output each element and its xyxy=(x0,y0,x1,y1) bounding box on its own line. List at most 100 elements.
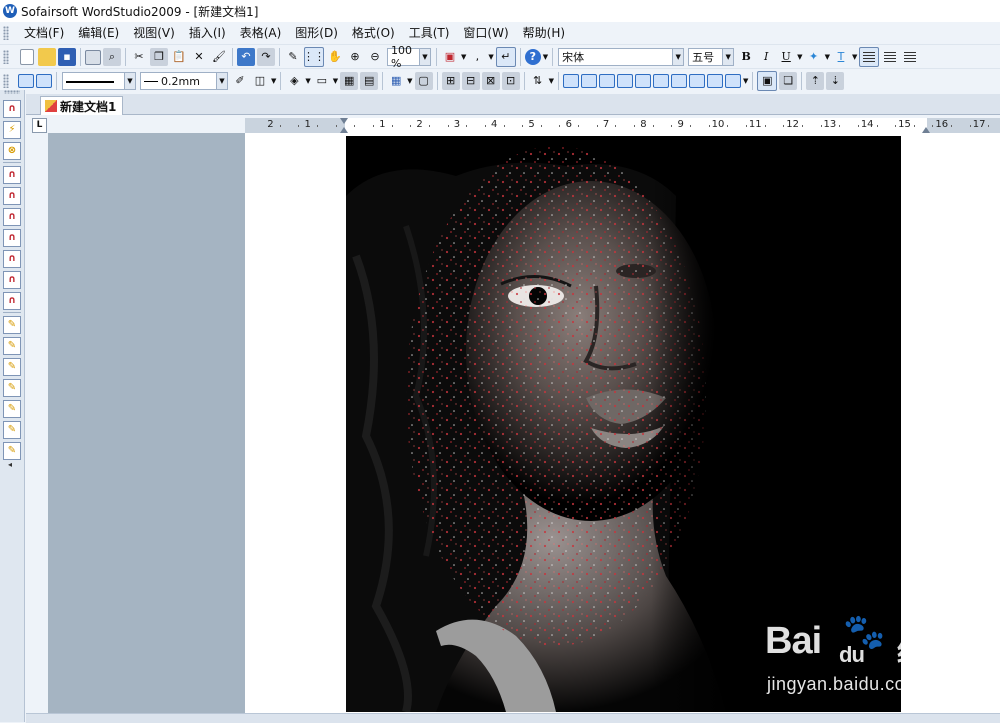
chevron-down-icon[interactable]: ▼ xyxy=(825,53,830,61)
pencil-4-icon[interactable]: ✎ xyxy=(3,379,21,397)
frame-icon[interactable]: ▭ xyxy=(313,72,331,90)
chevron-down-icon[interactable]: ▼ xyxy=(407,77,412,85)
shape-9-icon[interactable] xyxy=(706,74,723,88)
insert-picture-icon[interactable]: ▣ xyxy=(757,71,778,91)
magnet-right-icon[interactable]: ∩ xyxy=(3,187,21,205)
line-width-combo[interactable]: 0.2mm ▼ xyxy=(140,72,228,90)
draw-icon[interactable]: ✎ xyxy=(284,48,302,66)
zoom-in-icon[interactable]: ⊕ xyxy=(346,48,364,66)
menubar-grip-icon[interactable] xyxy=(3,26,9,40)
align-right-icon[interactable] xyxy=(901,48,920,66)
cut-icon[interactable]: ✂ xyxy=(130,48,148,66)
pen-color-icon[interactable]: ✐ xyxy=(231,72,249,90)
menu-tools[interactable]: 工具(T) xyxy=(402,23,457,43)
shape-10-icon[interactable] xyxy=(724,74,741,88)
redo-icon[interactable]: ↷ xyxy=(257,48,275,66)
shape-7-icon[interactable] xyxy=(670,74,687,88)
link-icon[interactable]: ⊗ xyxy=(3,142,21,160)
bring-front-icon[interactable]: ⇡ xyxy=(806,72,825,90)
delete-icon[interactable]: ✕ xyxy=(190,48,208,66)
edit-box-alt-icon[interactable] xyxy=(36,74,52,88)
chevron-down-icon[interactable]: ▼ xyxy=(743,77,748,85)
shape-2-icon[interactable] xyxy=(580,74,597,88)
print-icon[interactable] xyxy=(85,49,101,65)
chevron-down-icon[interactable]: ▼ xyxy=(124,73,135,89)
magnet-middle-icon[interactable]: ∩ xyxy=(3,271,21,289)
toolbar-grip-icon[interactable] xyxy=(3,74,9,88)
lightning-icon[interactable]: ⚡ xyxy=(3,121,21,139)
pencil-1-icon[interactable]: ✎ xyxy=(3,316,21,334)
line-style-combo[interactable]: ▼ xyxy=(62,72,136,90)
edit-box-icon[interactable] xyxy=(18,74,34,88)
chevron-down-icon[interactable]: ▼ xyxy=(722,49,734,65)
chevron-down-icon[interactable]: ▼ xyxy=(216,73,227,89)
toolbar-grip-icon[interactable] xyxy=(3,50,9,64)
font-family-combo[interactable]: 宋体 ▼ xyxy=(558,48,685,66)
open-folder-icon[interactable] xyxy=(38,48,56,66)
split-cells-icon[interactable]: ⊡ xyxy=(501,72,520,90)
pencil-7-icon[interactable]: ✎ xyxy=(3,442,21,460)
magnet-top-icon[interactable]: ∩ xyxy=(3,208,21,226)
portrait-image[interactable]: Bai 🐾 du 经验 jingyan.baidu.com xyxy=(346,136,901,712)
chevron-down-icon[interactable]: ▼ xyxy=(797,53,802,61)
left-toolbar-grip-icon[interactable] xyxy=(4,90,20,94)
chevron-down-icon[interactable]: ▼ xyxy=(271,77,276,85)
pencil-3-icon[interactable]: ✎ xyxy=(3,358,21,376)
menu-document[interactable]: 文档(F) xyxy=(17,23,71,43)
magnet-center-icon[interactable]: ∩ xyxy=(3,250,21,268)
font-color-icon[interactable]: T xyxy=(832,48,850,66)
pencil-5-icon[interactable]: ✎ xyxy=(3,400,21,418)
align-center-icon[interactable] xyxy=(881,48,900,66)
menu-help[interactable]: 帮助(H) xyxy=(516,23,572,43)
chevron-down-icon[interactable]: ▼ xyxy=(852,53,857,61)
menu-graphics[interactable]: 图形(D) xyxy=(288,23,345,43)
copy-icon[interactable]: ❐ xyxy=(150,48,168,66)
help-icon[interactable]: ? xyxy=(524,49,541,65)
horizontal-ruler[interactable]: 2 1 1 2 3 4 5 6 7 8 9 10 11 12 13 14 15 16 17 xyxy=(245,118,1000,134)
chevron-down-icon[interactable]: ▼ xyxy=(461,53,466,61)
menu-view[interactable]: 视图(V) xyxy=(126,23,182,43)
shape-1-icon[interactable] xyxy=(562,74,579,88)
menu-edit[interactable]: 编辑(E) xyxy=(71,23,126,43)
pencil-6-icon[interactable]: ✎ xyxy=(3,421,21,439)
fill-color-icon[interactable]: ◈ xyxy=(285,72,303,90)
chevron-down-icon[interactable]: ▼ xyxy=(672,49,684,65)
insert-table-icon[interactable]: ▦ xyxy=(387,72,405,90)
shape-8-icon[interactable] xyxy=(688,74,705,88)
underline-button[interactable]: U xyxy=(777,48,795,66)
insert-row-icon[interactable]: ⊞ xyxy=(441,72,460,90)
table-props-icon[interactable]: ▢ xyxy=(414,72,433,90)
pencil-2-icon[interactable]: ✎ xyxy=(3,337,21,355)
first-line-indent-marker[interactable] xyxy=(340,118,348,124)
fill-pattern-icon[interactable]: ◫ xyxy=(251,72,269,90)
print-preview-icon[interactable]: ⌕ xyxy=(103,48,121,66)
align-left-icon[interactable] xyxy=(859,47,880,67)
insert-object-icon[interactable]: ▣ xyxy=(441,48,459,66)
magnet-grid-icon[interactable]: ∩ xyxy=(3,292,21,310)
paragraph-mark-icon[interactable]: ↵ xyxy=(495,47,516,67)
paste-icon[interactable]: 📋 xyxy=(170,48,188,66)
shape-4-icon[interactable] xyxy=(616,74,633,88)
chevron-down-icon[interactable]: ▼ xyxy=(333,77,338,85)
menu-format[interactable]: 格式(O) xyxy=(345,23,402,43)
menu-insert[interactable]: 插入(I) xyxy=(182,23,233,43)
shape-5-icon[interactable] xyxy=(634,74,651,88)
shape-3-icon[interactable] xyxy=(598,74,615,88)
sort-icon[interactable]: ⇅ xyxy=(529,72,547,90)
send-back-icon[interactable]: ⇣ xyxy=(826,72,845,90)
new-document-icon[interactable] xyxy=(20,49,34,65)
magnet-bottom-icon[interactable]: ∩ xyxy=(3,229,21,247)
grid-icon[interactable]: ⋮⋮ xyxy=(303,47,325,67)
highlight-icon[interactable]: ✦ xyxy=(805,48,823,66)
font-size-combo[interactable]: 五号 ▼ xyxy=(688,48,735,66)
chevron-down-icon[interactable]: ▼ xyxy=(543,53,548,61)
table-split-icon[interactable]: ▤ xyxy=(360,72,379,90)
chevron-down-icon[interactable]: ▼ xyxy=(488,53,493,61)
format-painter-icon[interactable]: 🖌 xyxy=(210,48,228,66)
wrap-icon[interactable]: ❏ xyxy=(779,72,798,90)
bold-button[interactable]: B xyxy=(737,48,755,66)
italic-button[interactable]: I xyxy=(757,48,775,66)
zoom-out-icon[interactable]: ⊖ xyxy=(366,48,384,66)
save-icon[interactable]: ▪ xyxy=(58,48,76,66)
magnet-icon[interactable]: ∩ xyxy=(3,100,21,118)
